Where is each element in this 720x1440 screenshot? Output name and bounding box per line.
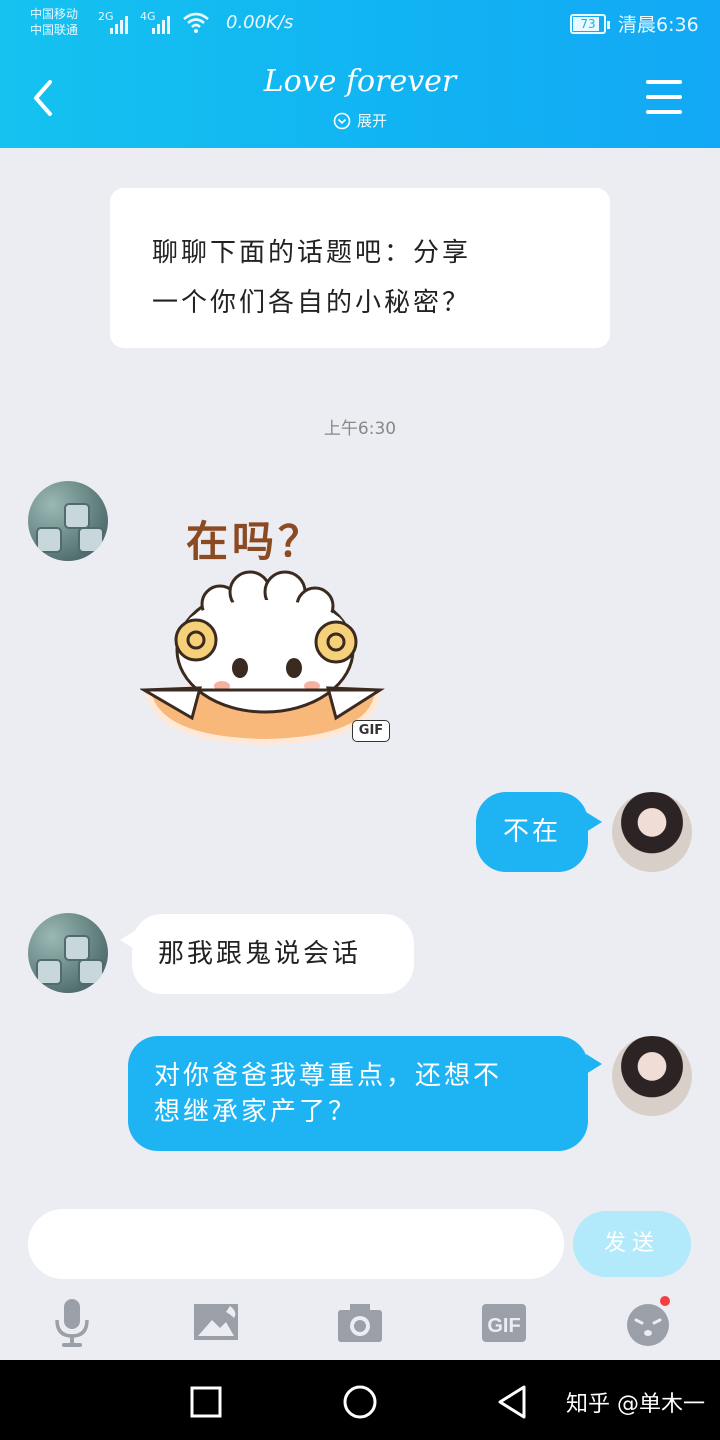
message-bubble-outgoing[interactable]: 对你爸爸我尊重点，还想不 想继承家产了？	[128, 1036, 588, 1151]
image-icon[interactable]	[186, 1296, 246, 1350]
message-text: 那我跟鬼说会话	[158, 939, 362, 969]
battery-icon: 73	[570, 14, 610, 34]
expand-label: 展开	[356, 112, 387, 130]
avatar-contact[interactable]	[28, 481, 108, 561]
avatar-contact[interactable]	[28, 913, 108, 993]
wifi-icon	[183, 12, 209, 33]
bubble-tail	[586, 1054, 602, 1074]
chevron-down-circle-icon	[333, 112, 351, 129]
gif-badge: GIF	[352, 720, 390, 742]
carrier-2: 中国联通	[30, 23, 79, 37]
menu-icon[interactable]	[646, 80, 682, 114]
send-button[interactable]: 发送	[573, 1211, 691, 1277]
message-text-line-2: 想继承家产了？	[154, 1097, 358, 1127]
gif-icon[interactable]: GIF	[474, 1296, 534, 1350]
message-bubble-incoming[interactable]: 那我跟鬼说会话	[132, 914, 414, 994]
composer: 发送	[0, 1195, 720, 1295]
triangle-back-nav-icon[interactable]	[494, 1382, 534, 1422]
message-input[interactable]	[28, 1209, 564, 1279]
message-text: 不在	[502, 817, 561, 847]
signal-bars-1-icon	[110, 14, 132, 34]
message-bubble-outgoing[interactable]: 不在	[476, 792, 588, 872]
circle-nav-icon[interactable]	[340, 1382, 380, 1422]
avatar-self[interactable]	[612, 792, 692, 872]
status-bar: 中国移动 中国联通 2G 4G 0.00K/s 73 清晨6:36	[0, 0, 720, 52]
notification-dot	[660, 1296, 670, 1306]
gif-icon-label: GIF	[487, 1315, 520, 1337]
carrier-1: 中国移动	[30, 7, 79, 21]
message-timestamp: 上午6:30	[323, 419, 397, 439]
camera-icon[interactable]	[330, 1296, 390, 1350]
bubble-tail	[586, 812, 602, 832]
topic-card[interactable]: 聊聊下面的话题吧：分享 一个你们各自的小秘密？	[110, 188, 610, 348]
expand-toggle[interactable]: 展开	[0, 110, 720, 131]
microphone-icon[interactable]	[42, 1296, 102, 1350]
message-text-line-1: 对你爸爸我尊重点，还想不	[154, 1061, 503, 1091]
header-bar: 中国移动 中国联通 2G 4G 0.00K/s 73 清晨6:36 Love f…	[0, 0, 720, 148]
battery-level: 73	[580, 17, 596, 31]
system-nav-bar: 知乎 @单木一	[0, 1360, 720, 1440]
input-toolbar: GIF	[0, 1296, 720, 1360]
emoji-icon[interactable]	[618, 1296, 678, 1350]
sticker-message[interactable]: 在吗？ GIF	[140, 500, 390, 746]
status-clock: 清晨6:36	[618, 14, 699, 36]
topic-line-2: 一个你们各自的小秘密？	[152, 288, 472, 318]
carrier-info: 中国移动 中国联通	[30, 6, 78, 38]
avatar-self[interactable]	[612, 1036, 692, 1116]
watermark: 知乎 @单木一	[566, 1392, 705, 1417]
signal-bars-2-icon	[152, 14, 174, 34]
topic-line-1: 聊聊下面的话题吧：分享	[152, 238, 472, 268]
sticker-text: 在吗？	[186, 517, 325, 566]
chat-title: Love forever	[263, 64, 457, 99]
square-nav-icon[interactable]	[186, 1382, 226, 1422]
network-speed: 0.00K/s	[226, 12, 294, 33]
